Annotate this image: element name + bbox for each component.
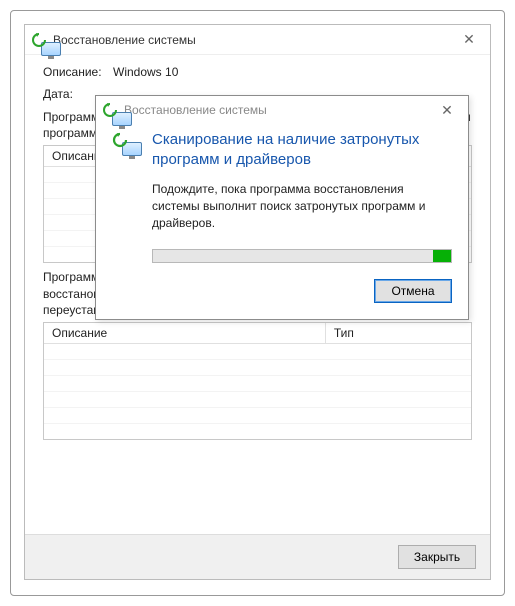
- column-type[interactable]: Тип: [326, 323, 471, 344]
- restore-icon: [31, 32, 47, 48]
- modal-description: Подождите, пока программа восстановления…: [152, 181, 452, 231]
- close-button[interactable]: Закрыть: [398, 545, 476, 569]
- table-row: [44, 408, 471, 424]
- restore-icon: [112, 130, 152, 303]
- table-row: [44, 376, 471, 392]
- restore-icon: [102, 102, 118, 118]
- modal-titlebar: Восстановление системы ✕: [96, 96, 468, 124]
- table-row: [44, 392, 471, 408]
- modal-heading: Сканирование на наличие затронутых прогр…: [152, 130, 452, 169]
- progress-fill: [433, 250, 451, 262]
- programs-restored-table: Описание Тип: [43, 322, 472, 440]
- window-title: Восстановление системы: [53, 33, 454, 47]
- table-row: [44, 360, 471, 376]
- table-row: [44, 344, 471, 360]
- progress-bar: [152, 249, 452, 263]
- description-label: Описание:: [43, 65, 113, 79]
- scanning-dialog: Восстановление системы ✕ Сканирование на…: [95, 95, 469, 320]
- modal-title: Восстановление системы: [124, 103, 432, 117]
- footer: Закрыть: [25, 534, 490, 579]
- close-icon[interactable]: ✕: [432, 102, 462, 119]
- titlebar: Восстановление системы ✕: [25, 25, 490, 55]
- cancel-button[interactable]: Отмена: [374, 279, 452, 303]
- close-icon[interactable]: ✕: [454, 31, 484, 48]
- description-value: Windows 10: [113, 65, 472, 79]
- column-description[interactable]: Описание: [44, 323, 326, 344]
